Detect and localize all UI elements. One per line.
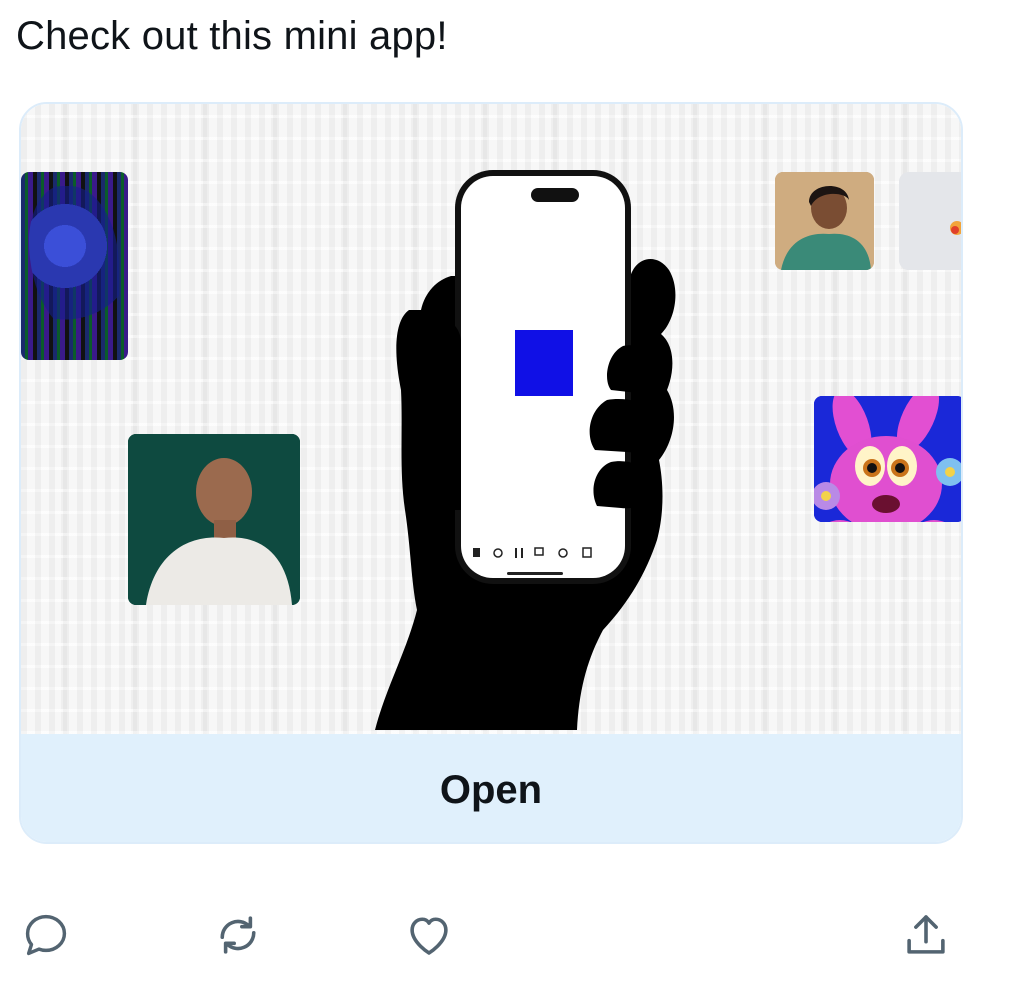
repost-icon [211, 908, 265, 962]
glitch-art-thumbnail [21, 172, 128, 360]
post-action-bar [0, 900, 1014, 970]
mini-app-preview-image[interactable] [21, 104, 961, 734]
like-button[interactable] [399, 900, 459, 970]
hand-holding-phone-illustration [375, 170, 676, 730]
reply-button[interactable] [16, 900, 76, 970]
mini-app-card[interactable]: Open [19, 102, 963, 844]
post-text: Check out this mini app! [16, 14, 448, 58]
partial-thumbnail [899, 172, 961, 270]
reply-icon [20, 909, 72, 961]
portrait-thumbnail-man [775, 172, 874, 270]
share-button[interactable] [896, 900, 956, 970]
open-button-label: Open [439, 767, 543, 812]
bunny-character-thumbnail [814, 396, 961, 522]
repost-button[interactable] [208, 900, 268, 970]
like-icon [402, 908, 456, 962]
portrait-thumbnail-woman [128, 434, 300, 605]
open-button[interactable]: Open [21, 734, 961, 842]
share-icon [899, 908, 953, 962]
